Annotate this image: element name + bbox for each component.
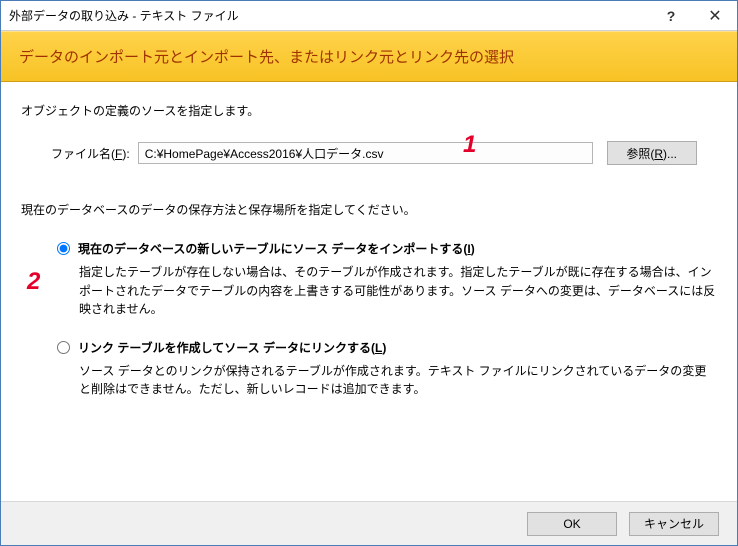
annotation-2: 2	[27, 268, 40, 296]
instruction-text: 現在のデータベースのデータの保存方法と保存場所を指定してください。	[21, 201, 717, 218]
opt1-post: )	[382, 341, 386, 355]
annotation-1: 1	[463, 131, 476, 159]
cancel-button[interactable]: キャンセル	[629, 512, 719, 536]
titlebar: 外部データの取り込み - テキスト ファイル ? ✕	[1, 1, 737, 31]
window-title: 外部データの取り込み - テキスト ファイル	[9, 7, 239, 24]
file-path-input[interactable]	[138, 142, 593, 164]
dialog-content: オブジェクトの定義のソースを指定します。 ファイル名(F): 1 参照(R)..…	[1, 82, 737, 399]
help-icon[interactable]: ?	[649, 1, 693, 31]
source-help-text: オブジェクトの定義のソースを指定します。	[21, 102, 717, 119]
close-icon[interactable]: ✕	[693, 1, 737, 31]
radio-import-desc: 指定したテーブルが存在しない場合は、そのテーブルが作成されます。指定したテーブル…	[79, 263, 717, 319]
ok-button[interactable]: OK	[527, 512, 617, 536]
browse-key: R	[654, 147, 663, 161]
radio-import-head[interactable]: 現在のデータベースの新しいテーブルにソース データをインポートする(I)	[57, 240, 717, 257]
radio-option-import: 現在のデータベースの新しいテーブルにソース データをインポートする(I) 指定し…	[57, 240, 717, 319]
radio-option-link: リンク テーブルを作成してソース データにリンクする(L) ソース データとのリ…	[57, 339, 717, 399]
file-label-post: ):	[122, 147, 129, 161]
radio-import[interactable]	[57, 242, 70, 255]
header-banner: データのインポート元とインポート先、またはリンク元とリンク先の選択	[1, 31, 737, 82]
radio-group: 2 現在のデータベースの新しいテーブルにソース データをインポートする(I) 指…	[57, 240, 717, 399]
radio-import-label: 現在のデータベースの新しいテーブルにソース データをインポートする(I)	[78, 240, 475, 257]
titlebar-controls: ? ✕	[649, 1, 737, 30]
opt0-pre: 現在のデータベースの新しいテーブルにソース データをインポートする(	[78, 242, 467, 256]
opt0-post: )	[471, 242, 475, 256]
header-banner-text: データのインポート元とインポート先、またはリンク元とリンク先の選択	[19, 46, 719, 67]
browse-button[interactable]: 参照(R)...	[607, 141, 697, 165]
file-field-label: ファイル名(F):	[51, 145, 130, 162]
browse-pre: 参照(	[626, 147, 654, 161]
radio-link[interactable]	[57, 341, 70, 354]
file-label-pre: ファイル名(	[51, 147, 115, 161]
opt1-pre: リンク テーブルを作成してソース データにリンクする(	[78, 341, 375, 355]
radio-link-label: リンク テーブルを作成してソース データにリンクする(L)	[78, 339, 386, 356]
file-row: ファイル名(F): 1 参照(R)...	[51, 141, 717, 165]
dialog-footer: OK キャンセル	[1, 501, 737, 545]
radio-link-desc: ソース データとのリンクが保持されるテーブルが作成されます。テキスト ファイルに…	[79, 362, 717, 399]
radio-link-head[interactable]: リンク テーブルを作成してソース データにリンクする(L)	[57, 339, 717, 356]
browse-post: )...	[663, 147, 677, 161]
